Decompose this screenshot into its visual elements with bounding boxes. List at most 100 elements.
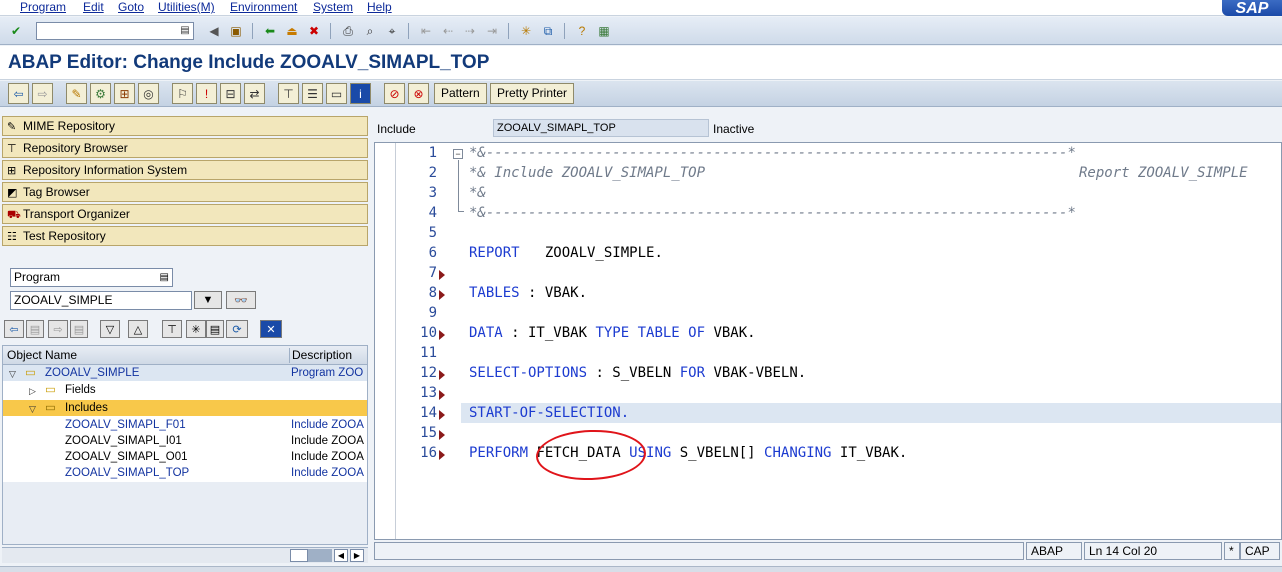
help-icon[interactable]: ? <box>572 21 592 41</box>
menu-help[interactable]: Help <box>367 0 392 15</box>
expand-icon[interactable]: ▽ <box>29 401 36 417</box>
tree-row-include-o01[interactable]: ZOOALV_SIMAPL_O01 Include ZOOA <box>3 449 367 465</box>
dropdown-icon[interactable]: ▤ <box>160 269 169 286</box>
scroll-thumb[interactable] <box>290 549 308 562</box>
expand-icon[interactable]: ▽ <box>9 366 16 382</box>
keyword: CHANGING <box>764 445 832 461</box>
pretty-printer-button[interactable]: Pretty Printer <box>490 83 575 104</box>
display-change-icon[interactable]: ✎ <box>66 83 87 104</box>
menu-edit[interactable]: Edit <box>83 0 104 15</box>
tree-row-include-top[interactable]: ZOOALV_SIMAPL_TOP Include ZOOA <box>3 465 367 481</box>
check-icon[interactable]: ◎ <box>138 83 159 104</box>
fold-toggle-icon[interactable]: − <box>453 149 463 159</box>
first-page-icon[interactable]: ⇤ <box>416 21 436 41</box>
keyword: START-OF-SELECTION. <box>469 405 630 421</box>
menu-goto[interactable]: Goto <box>118 0 144 15</box>
collapse-icon[interactable]: ◀ <box>204 21 224 41</box>
new-object-icon[interactable]: ✳ <box>186 320 206 338</box>
display-dropdown-button[interactable]: ▼ <box>194 291 222 309</box>
last-page-icon[interactable]: ⇥ <box>482 21 502 41</box>
navigate-icon[interactable]: ⇄ <box>244 83 265 104</box>
code-text: VBAK-VBELN. <box>705 365 807 381</box>
enter-icon[interactable]: ✔ <box>6 21 26 41</box>
line-number: 3 <box>428 185 437 201</box>
enhance-icon[interactable]: ☰ <box>302 83 323 104</box>
forward-arrow-icon[interactable]: ⇨ <box>32 83 53 104</box>
pattern-button[interactable]: Pattern <box>434 83 487 104</box>
object-type-select[interactable]: Program ▤ <box>10 268 173 287</box>
open-folder-icon: ▭ <box>45 402 56 414</box>
tag-browser-button[interactable]: ◩ Tag Browser <box>2 182 368 202</box>
code-text: IT_VBAK. <box>831 445 908 461</box>
where-used-icon[interactable]: ⊟ <box>220 83 241 104</box>
info-icon[interactable]: i <box>350 83 371 104</box>
scroll-right-icon[interactable]: ▶ <box>350 549 364 562</box>
tree-row-fields[interactable]: ▷ ▭ Fields <box>3 382 367 398</box>
previous-page-icon[interactable]: ⇠ <box>438 21 458 41</box>
layout-icon[interactable]: ▦ <box>594 21 614 41</box>
scroll-left-icon[interactable]: ◀ <box>334 549 348 562</box>
block-marker-icon <box>439 330 445 340</box>
other-object-icon[interactable]: ⊞ <box>114 83 135 104</box>
hierarchy-icon[interactable]: ⊤ <box>278 83 299 104</box>
tree-next-history-icon[interactable]: ▤ <box>70 320 88 338</box>
repository-browser-button[interactable]: ⊤ Repository Browser <box>2 138 368 158</box>
active-inactive-icon[interactable]: ⚙ <box>90 83 111 104</box>
glasses-icon[interactable]: 👓 <box>226 291 256 309</box>
session-breakpoint-icon[interactable]: ⊗ <box>408 83 429 104</box>
tree-row-include-i01[interactable]: ZOOALV_SIMAPL_I01 Include ZOOA <box>3 433 367 449</box>
fullscreen-icon[interactable]: ▭ <box>326 83 347 104</box>
copy-icon[interactable]: ▤ <box>206 320 224 338</box>
line-number: 2 <box>428 165 437 181</box>
hierarchy-icon[interactable]: ⊤ <box>162 320 182 338</box>
tree-node-desc: Include ZOOA <box>291 467 364 479</box>
exit-icon[interactable]: ⏏ <box>282 21 302 41</box>
object-name-input[interactable]: ZOOALV_SIMPLE <box>10 291 192 310</box>
next-page-icon[interactable]: ⇢ <box>460 21 480 41</box>
collapse-node-icon[interactable]: ▽ <box>100 320 120 338</box>
set-breakpoint-icon[interactable]: ⊘ <box>384 83 405 104</box>
back-arrow-icon[interactable]: ⇦ <box>8 83 29 104</box>
find-next-icon[interactable]: ⌖ <box>382 21 402 41</box>
print-icon[interactable]: ⎙ <box>338 21 358 41</box>
test-repository-button[interactable]: ☷ Test Repository <box>2 226 368 246</box>
tree-forward-icon[interactable]: ⇨ <box>48 320 68 338</box>
repository-information-system-button[interactable]: ⊞ Repository Information System <box>2 160 368 180</box>
object-name-value: ZOOALV_SIMPLE <box>14 293 113 307</box>
transport-organizer-button[interactable]: ⛟ Transport Organizer <box>2 204 368 224</box>
tree-row-includes[interactable]: ▽ ▭ Includes <box>3 400 367 416</box>
shortcut-icon[interactable]: ⧉ <box>538 21 558 41</box>
folder-icon: ▭ <box>25 367 36 379</box>
menu-environment[interactable]: Environment <box>230 0 297 15</box>
keyword: TABLES <box>469 285 520 301</box>
collapsed-icon[interactable]: ▷ <box>29 383 36 399</box>
menu-system[interactable]: System <box>313 0 353 15</box>
column-object-name[interactable]: Object Name <box>7 348 77 362</box>
expand-node-icon[interactable]: △ <box>128 320 148 338</box>
mime-repository-button[interactable]: ✎ MIME Repository <box>2 116 368 136</box>
dropdown-icon[interactable]: ▤ <box>179 24 191 38</box>
menu-utilities[interactable]: Utilities(M) <box>158 0 215 15</box>
object-type-value: Program <box>14 270 61 284</box>
column-description[interactable]: Description <box>289 348 352 363</box>
cancel-icon[interactable]: ✖ <box>304 21 324 41</box>
command-field[interactable]: ▤ <box>36 22 194 40</box>
tree-back-icon[interactable]: ⇦ <box>4 320 24 338</box>
close-icon[interactable]: ✕ <box>260 320 282 338</box>
save-icon[interactable]: ▣ <box>226 21 246 41</box>
tree-history-icon[interactable]: ▤ <box>26 320 44 338</box>
scroll-track[interactable] <box>308 549 332 562</box>
line-number: 6 <box>428 245 437 261</box>
test-icon[interactable]: ! <box>196 83 217 104</box>
find-icon[interactable]: ⌕ <box>360 21 380 41</box>
tree-row-program[interactable]: ▽ ▭ ZOOALV_SIMPLE Program ZOO <box>3 365 367 381</box>
refresh-icon[interactable]: ⟳ <box>226 320 248 338</box>
code-line-6: REPORT ZOOALV_SIMPLE. <box>469 245 663 261</box>
back-icon[interactable]: ⬅ <box>260 21 280 41</box>
menu-program[interactable]: Program <box>20 0 66 15</box>
activate-icon[interactable]: ⚐ <box>172 83 193 104</box>
tree-row-include-f01[interactable]: ZOOALV_SIMAPL_F01 Include ZOOA <box>3 417 367 433</box>
tree-horizontal-scrollbar[interactable]: ◀ ▶ <box>2 547 368 563</box>
new-session-icon[interactable]: ✳ <box>516 21 536 41</box>
code-editor[interactable]: 1 2 3 4 5 6 7 8 9 10 11 12 13 14 15 16 −… <box>374 142 1282 540</box>
